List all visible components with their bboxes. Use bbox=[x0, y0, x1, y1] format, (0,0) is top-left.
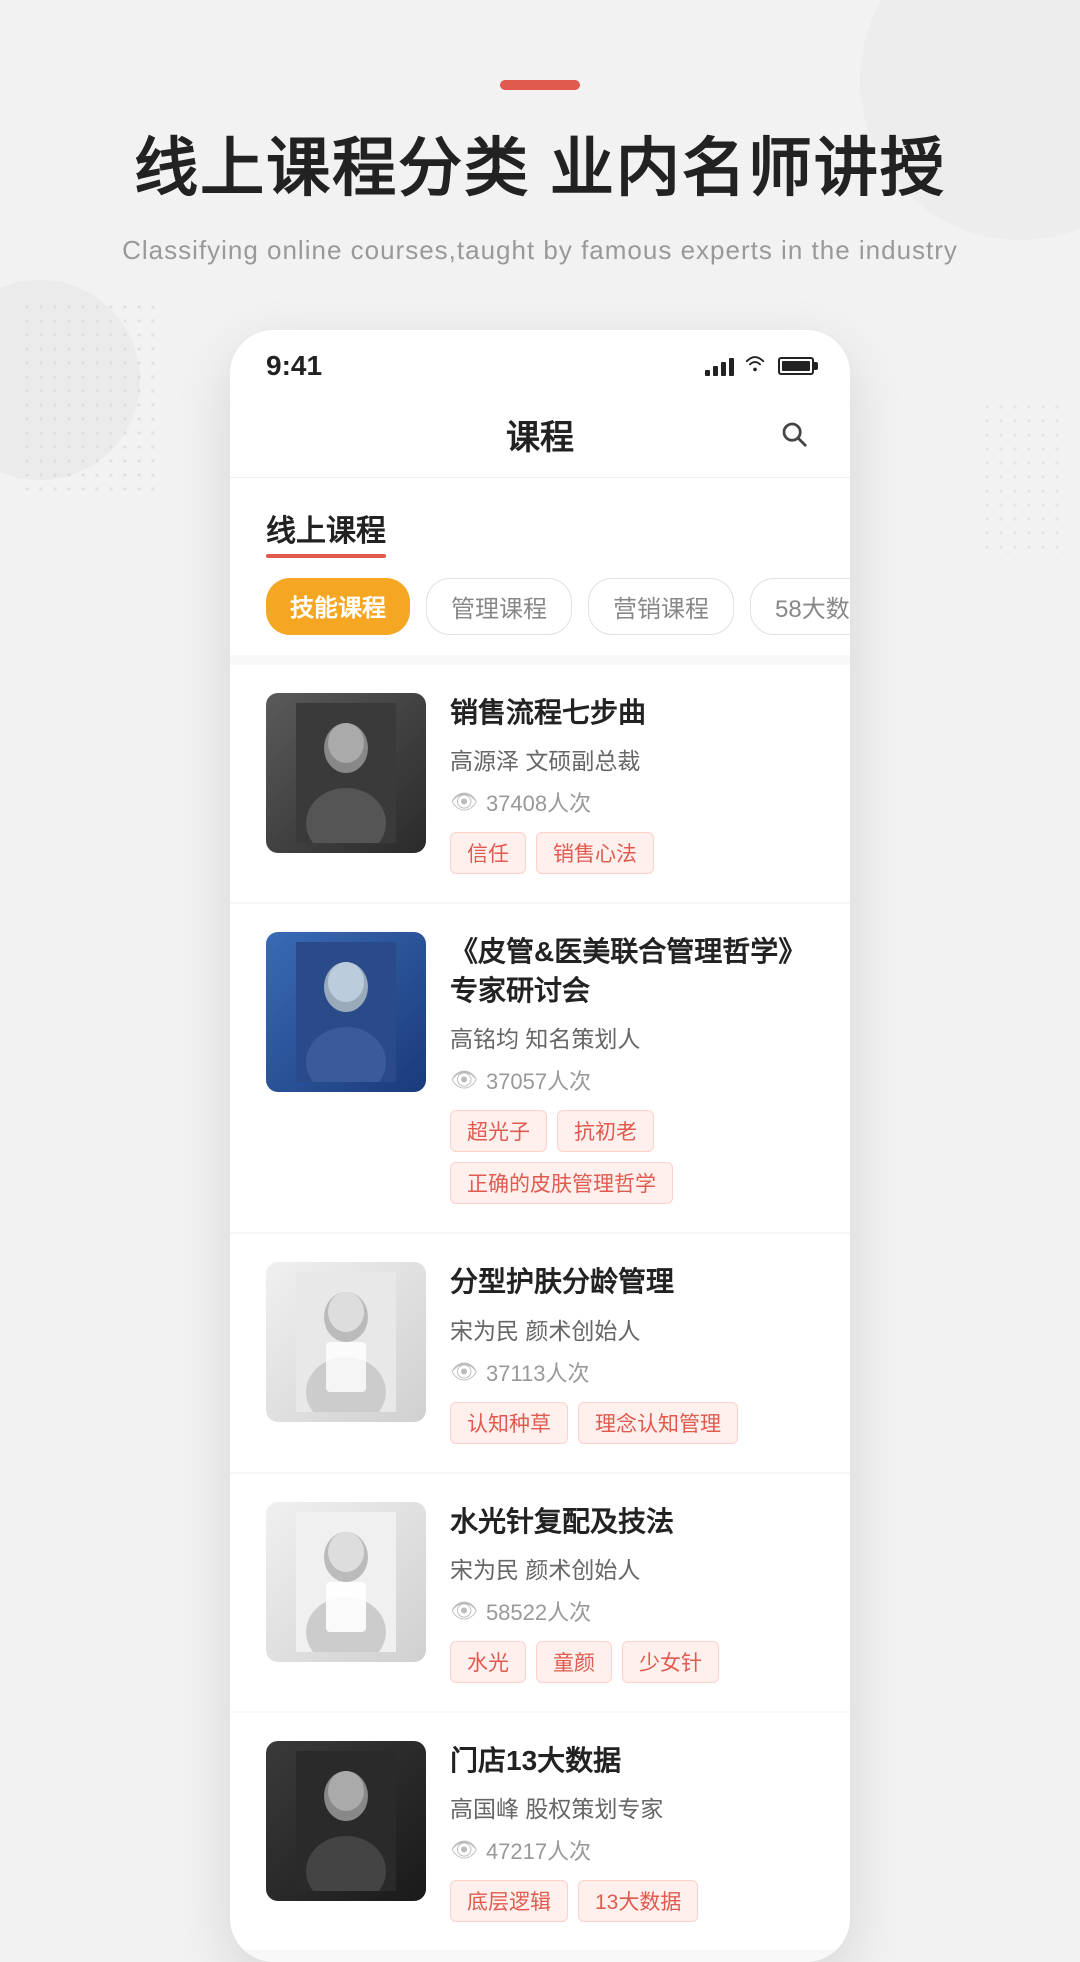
course-info-2: 《皮管&医美联合管理哲学》专家研讨会 高铭均 知名策划人 👁 37057人次 超… bbox=[450, 932, 814, 1204]
category-tab-skills[interactable]: 技能课程 bbox=[266, 578, 410, 635]
course-author-1: 高源泽 文硕副总裁 bbox=[450, 742, 814, 776]
tag-5-2: 13大数据 bbox=[578, 1880, 698, 1922]
course-tags-2: 超光子 抗初老 正确的皮肤管理哲学 bbox=[450, 1110, 814, 1204]
search-button[interactable] bbox=[774, 414, 814, 454]
section-title: 线上课程 bbox=[266, 506, 386, 550]
course-views-5: 👁 47217人次 bbox=[450, 1834, 814, 1866]
course-info-1: 销售流程七步曲 高源泽 文硕副总裁 👁 37408人次 信任 销售心法 bbox=[450, 693, 814, 874]
category-tab-data[interactable]: 58大数据 bbox=[750, 578, 850, 635]
course-title-4: 水光针复配及技法 bbox=[450, 1502, 814, 1541]
course-item-3[interactable]: 分型护肤分龄管理 宋为民 颜术创始人 👁 37113人次 认知种草 理念认知管理 bbox=[230, 1234, 850, 1471]
tag-5-1: 底层逻辑 bbox=[450, 1880, 568, 1922]
course-item-4[interactable]: 水光针复配及技法 宋为民 颜术创始人 👁 58522人次 水光 童颜 少女针 bbox=[230, 1474, 850, 1711]
battery-icon bbox=[778, 357, 814, 375]
phone-mockup: 9:41 bbox=[230, 330, 850, 1962]
phone-wrapper: 9:41 bbox=[0, 330, 1080, 1962]
course-title-3: 分型护肤分龄管理 bbox=[450, 1262, 814, 1301]
tag-2-3: 正确的皮肤管理哲学 bbox=[450, 1162, 673, 1204]
hero-title: 线上课程分类 业内名师讲授 bbox=[60, 130, 1020, 207]
tag-4-1: 水光 bbox=[450, 1641, 526, 1683]
nav-bar: 课程 bbox=[230, 392, 850, 478]
course-views-4: 👁 58522人次 bbox=[450, 1595, 814, 1627]
course-tags-4: 水光 童颜 少女针 bbox=[450, 1641, 814, 1683]
course-info-5: 门店13大数据 高国峰 股权策划专家 👁 47217人次 底层逻辑 13大数据 bbox=[450, 1741, 814, 1922]
course-thumb-5 bbox=[266, 1741, 426, 1901]
tag-1-1: 信任 bbox=[450, 832, 526, 874]
tag-3-2: 理念认知管理 bbox=[578, 1402, 738, 1444]
views-eye-icon-2: 👁 bbox=[450, 1067, 478, 1093]
tag-2-1: 超光子 bbox=[450, 1110, 547, 1152]
wifi-icon bbox=[744, 354, 766, 378]
course-tags-1: 信任 销售心法 bbox=[450, 832, 814, 874]
status-time: 9:41 bbox=[266, 350, 322, 382]
hero-accent-bar bbox=[500, 80, 580, 90]
course-author-4: 宋为民 颜术创始人 bbox=[450, 1551, 814, 1585]
signal-icon bbox=[705, 356, 734, 376]
tag-4-3: 少女针 bbox=[622, 1641, 719, 1683]
tag-2-2: 抗初老 bbox=[557, 1110, 654, 1152]
nav-title: 课程 bbox=[506, 410, 574, 459]
hero-subtitle: Classifying online courses,taught by fam… bbox=[60, 231, 1020, 270]
course-item-1[interactable]: 销售流程七步曲 高源泽 文硕副总裁 👁 37408人次 信任 销售心法 bbox=[230, 665, 850, 902]
course-thumb-4 bbox=[266, 1502, 426, 1662]
tag-3-1: 认知种草 bbox=[450, 1402, 568, 1444]
views-eye-icon-4: 👁 bbox=[450, 1598, 478, 1624]
course-views-1: 👁 37408人次 bbox=[450, 786, 814, 818]
status-bar: 9:41 bbox=[230, 330, 850, 392]
section-header: 线上课程 bbox=[230, 478, 850, 550]
course-list: 销售流程七步曲 高源泽 文硕副总裁 👁 37408人次 信任 销售心法 bbox=[230, 655, 850, 1962]
course-tags-5: 底层逻辑 13大数据 bbox=[450, 1880, 814, 1922]
course-item-5[interactable]: 门店13大数据 高国峰 股权策划专家 👁 47217人次 底层逻辑 13大数据 bbox=[230, 1713, 850, 1950]
tag-4-2: 童颜 bbox=[536, 1641, 612, 1683]
course-info-4: 水光针复配及技法 宋为民 颜术创始人 👁 58522人次 水光 童颜 少女针 bbox=[450, 1502, 814, 1683]
course-title-1: 销售流程七步曲 bbox=[450, 693, 814, 732]
course-info-3: 分型护肤分龄管理 宋为民 颜术创始人 👁 37113人次 认知种草 理念认知管理 bbox=[450, 1262, 814, 1443]
course-author-3: 宋为民 颜术创始人 bbox=[450, 1312, 814, 1346]
section-title-underline bbox=[266, 554, 386, 558]
course-views-2: 👁 37057人次 bbox=[450, 1064, 814, 1096]
category-tab-marketing[interactable]: 营销课程 bbox=[588, 578, 734, 635]
course-thumb-1 bbox=[266, 693, 426, 853]
course-title-5: 门店13大数据 bbox=[450, 1741, 814, 1780]
category-tabs: 技能课程 管理课程 营销课程 58大数据 免费 bbox=[230, 550, 850, 655]
course-author-5: 高国峰 股权策划专家 bbox=[450, 1790, 814, 1824]
category-tab-management[interactable]: 管理课程 bbox=[426, 578, 572, 635]
views-eye-icon-1: 👁 bbox=[450, 789, 478, 815]
hero-section: 线上课程分类 业内名师讲授 Classifying online courses… bbox=[0, 0, 1080, 330]
course-title-2: 《皮管&医美联合管理哲学》专家研讨会 bbox=[450, 932, 814, 1010]
course-thumb-3 bbox=[266, 1262, 426, 1422]
tag-1-2: 销售心法 bbox=[536, 832, 654, 874]
views-eye-icon-5: 👁 bbox=[450, 1837, 478, 1863]
course-tags-3: 认知种草 理念认知管理 bbox=[450, 1402, 814, 1444]
status-icons bbox=[705, 354, 814, 378]
views-eye-icon-3: 👁 bbox=[450, 1359, 478, 1385]
course-item-2[interactable]: 《皮管&医美联合管理哲学》专家研讨会 高铭均 知名策划人 👁 37057人次 超… bbox=[230, 904, 850, 1232]
course-views-3: 👁 37113人次 bbox=[450, 1356, 814, 1388]
search-icon bbox=[779, 419, 809, 449]
course-thumb-2 bbox=[266, 932, 426, 1092]
course-author-2: 高铭均 知名策划人 bbox=[450, 1020, 814, 1054]
